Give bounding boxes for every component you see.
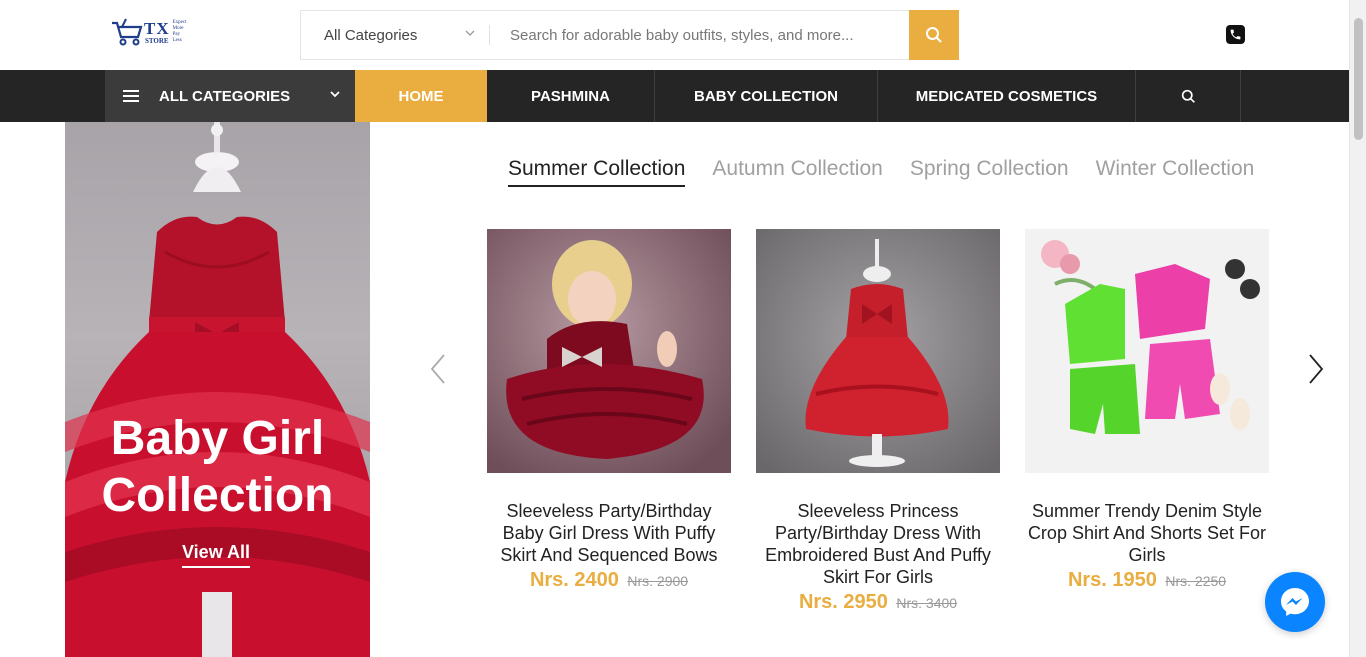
menu-icon: [123, 90, 139, 102]
page-scrollbar[interactable]: [1349, 0, 1366, 657]
search-icon: [926, 27, 942, 43]
product-name[interactable]: Summer Trendy Denim Style Crop Shirt And…: [1025, 500, 1269, 566]
nav-baby-collection[interactable]: BABY COLLECTION: [655, 70, 878, 122]
old-price: Nrs. 3400: [896, 595, 958, 611]
search-input[interactable]: [490, 11, 909, 59]
tab-spring-collection[interactable]: Spring Collection: [910, 157, 1069, 187]
all-categories-button[interactable]: ALL CATEGORIES: [105, 70, 355, 122]
logo-brand: TX: [144, 18, 170, 38]
store-logo[interactable]: TX STORE Expect More Pay Less: [110, 16, 190, 48]
product-image[interactable]: [1025, 229, 1269, 473]
product-image[interactable]: [487, 229, 731, 473]
old-price: Nrs. 2900: [627, 573, 689, 589]
messenger-icon: [1281, 588, 1309, 616]
hero-title: Baby Girl Collection: [101, 412, 334, 522]
collection-tabs: Summer Collection Autumn Collection Spri…: [508, 157, 1281, 187]
old-price: Nrs. 2250: [1165, 573, 1227, 589]
category-select-value: All Categories: [324, 26, 418, 44]
chevron-left-icon[interactable]: [429, 353, 447, 385]
chevron-down-icon: [330, 91, 340, 98]
phone-icon: [1230, 29, 1241, 40]
product-card[interactable]: Sleeveless Princess Party/Birthday Dress…: [756, 229, 1000, 614]
main-nav: ALL CATEGORIES HOME PASHMINA BABY COLLEC…: [0, 70, 1349, 122]
product-image[interactable]: [756, 229, 1000, 473]
tab-summer-collection[interactable]: Summer Collection: [508, 157, 686, 187]
logo-tagline: Expect More Pay Less: [172, 20, 187, 43]
product-name[interactable]: Sleeveless Party/Birthday Baby Girl Dres…: [487, 500, 731, 566]
product-card[interactable]: Summer Trendy Denim Style Crop Shirt And…: [1025, 229, 1269, 592]
current-price: Nrs. 2950: [798, 591, 888, 613]
tab-autumn-collection[interactable]: Autumn Collection: [712, 157, 882, 187]
chevron-right-icon[interactable]: [1307, 353, 1325, 385]
top-header: TX STORE Expect More Pay Less All Catego…: [0, 0, 1349, 70]
nav-search-button[interactable]: [1136, 70, 1241, 122]
nav-pashmina[interactable]: PASHMINA: [487, 70, 655, 122]
product-price: Nrs. 2950 Nrs. 3400: [756, 591, 1000, 614]
tab-winter-collection[interactable]: Winter Collection: [1096, 157, 1255, 187]
page: TX STORE Expect More Pay Less All Catego…: [0, 0, 1366, 657]
logo-sub: STORE: [145, 36, 169, 45]
product-price: Nrs. 2400 Nrs. 2900: [487, 569, 731, 592]
search-button[interactable]: [909, 10, 959, 60]
chevron-down-icon: [465, 30, 475, 36]
product-name[interactable]: Sleeveless Princess Party/Birthday Dress…: [756, 500, 1000, 588]
current-price: Nrs. 2400: [529, 569, 619, 591]
search-icon: [1181, 89, 1195, 103]
hero-banner[interactable]: Baby Girl Collection View All: [65, 122, 370, 657]
nav-medicated-cosmetics[interactable]: MEDICATED COSMETICS: [878, 70, 1136, 122]
view-all-link[interactable]: View All: [182, 542, 251, 568]
messenger-chat-button[interactable]: [1265, 572, 1325, 632]
hero-dress-image: [65, 122, 370, 657]
nav-home[interactable]: HOME: [355, 70, 487, 122]
all-categories-label: ALL CATEGORIES: [159, 87, 291, 105]
product-price: Nrs. 1950 Nrs. 2250: [1025, 569, 1269, 592]
category-select[interactable]: All Categories: [301, 11, 489, 59]
product-card[interactable]: Sleeveless Party/Birthday Baby Girl Dres…: [487, 229, 731, 592]
cart-logo-icon: [112, 18, 143, 46]
phone-button[interactable]: [1226, 25, 1245, 44]
scrollbar-thumb[interactable]: [1354, 18, 1363, 140]
search-bar: All Categories: [300, 10, 959, 60]
current-price: Nrs. 1950: [1067, 569, 1157, 591]
